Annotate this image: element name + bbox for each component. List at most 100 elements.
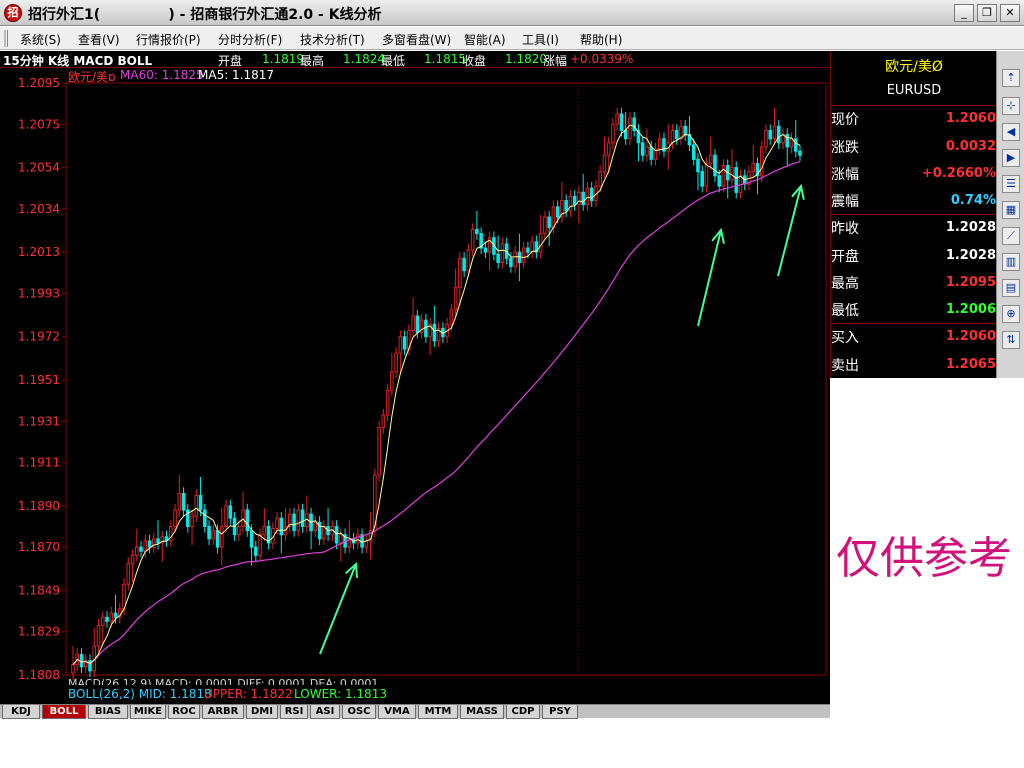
tab-bias[interactable]: BIAS [88,705,128,719]
quote-value-amplitude: 0.74% [950,193,996,208]
candle-body [424,319,428,338]
candle-body [577,191,581,206]
back-icon[interactable]: ◀ [1002,123,1020,141]
cross-icon[interactable]: ⊹ [1002,97,1020,115]
y-tick-label: 1.1951 [18,373,60,387]
candle-body [211,530,216,540]
candle-body [385,389,390,416]
candle-body [475,228,479,235]
candle-body [691,144,696,160]
minimize-button[interactable]: _ [954,4,974,22]
candle-body [543,216,547,235]
quote-panel: 欧元/美Ø EURUSD 现价 1.2060 涨跌 0.0032 涨幅 +0.2… [830,51,997,378]
menu-help[interactable]: 帮助(H) [580,31,622,48]
y-tick-label: 1.1829 [18,625,60,639]
candle-body [713,154,717,177]
tab-kdj[interactable]: KDJ [2,705,40,719]
quote-label-open: 开盘 [831,249,859,265]
candle-body [134,546,139,556]
y-tick-label: 1.1931 [18,414,60,428]
quote-value-low: 1.2006 [945,302,996,317]
tab-dmi[interactable]: DMI [246,705,278,719]
boll-lower-legend: LOWER: 1.1813 [294,687,387,701]
tab-psy[interactable]: PSY [542,705,578,719]
menu-tools[interactable]: 工具(I) [522,31,559,48]
candle-body [632,117,636,131]
tab-cdp[interactable]: CDP [506,705,540,719]
candle-body [585,187,590,206]
candle-body [173,509,177,527]
candle-body [300,509,305,527]
menu-view[interactable]: 查看(V) [78,31,120,48]
menu-quotes[interactable]: 行情报价(P) [136,31,201,48]
candle-body [292,513,296,532]
quote-value-ask: 1.2065 [945,357,996,372]
tab-vma[interactable]: VMA [378,705,416,719]
candle-body [704,162,709,187]
kline-chart[interactable]: 1.2095 1.2075 1.2054 1.2034 1.2013 1.1993 1.19… [0,68,830,680]
y-tick-label: 1.2054 [18,161,60,175]
quote-label-bid: 买入 [831,330,859,346]
chart-bar-icon[interactable]: ▥ [1002,253,1020,271]
menu-multiwindow[interactable]: 多窗看盘(W) [382,31,451,48]
candle-body [296,509,301,532]
forward-icon[interactable]: ▶ [1002,149,1020,167]
boll-upper-legend: UPPER: 1.1822 [204,687,293,701]
tab-roc[interactable]: ROC [168,705,200,719]
candle-body [220,525,224,548]
candle-body [789,138,794,148]
candle-body [339,534,343,544]
chart-line-icon[interactable]: ⟋ [1002,227,1020,245]
tab-osc[interactable]: OSC [342,705,376,719]
window-title: 招行外汇1( ) - 招商银行外汇通2.0 - K线分析 [28,7,382,23]
disclaimer-watermark: 仅供参考 [836,533,1012,584]
arrows-icon[interactable]: ⇅ [1002,331,1020,349]
tab-mass[interactable]: MASS [460,705,504,719]
candle-body [258,534,262,556]
candle-body [696,158,700,173]
tab-asi[interactable]: ASI [310,705,340,719]
candle-body [249,530,254,548]
scroll-up-icon[interactable]: ⇡ [1002,69,1020,87]
candle-body [708,154,713,164]
quote-label-low: 最低 [831,303,859,319]
menu-system[interactable]: 系统(S) [20,31,61,48]
restore-button[interactable]: ❐ [977,4,997,22]
candle-body [513,251,517,268]
candle-body [657,138,662,150]
menu-smart[interactable]: 智能(A) [464,31,506,48]
list-icon[interactable]: ☰ [1002,175,1020,193]
quote-label-change: 涨跌 [831,140,859,156]
tab-mtm[interactable]: MTM [418,705,458,719]
report-icon[interactable]: ▤ [1002,279,1020,297]
tab-mike[interactable]: MIKE [130,705,166,719]
candle-body [581,191,585,206]
candle-body [521,247,526,263]
candle-body [751,162,756,173]
quote-pair-name: 欧元/美Ø [885,59,943,75]
candle-body [462,257,466,272]
tab-arbr[interactable]: ARBR [202,705,244,719]
candle-body [798,150,802,156]
quote-label-ask: 卖出 [831,358,859,374]
tab-boll[interactable]: BOLL [42,705,86,719]
candle-body [670,129,675,144]
candle-body [79,653,84,668]
close-button[interactable]: ✕ [1000,4,1020,22]
candle-body [640,142,645,156]
zoom-icon[interactable]: ⊕ [1002,305,1020,323]
high-label: 最高 [300,54,325,68]
chart-period-label: 15分钟 K线 MACD BOLL [3,54,153,68]
table-icon[interactable]: ▦ [1002,201,1020,219]
y-tick-label: 1.2034 [18,202,60,216]
candle-body [156,538,160,544]
candle-body [313,521,318,532]
candle-body [547,216,551,228]
candle-body [564,200,568,212]
y-tick-label: 1.1808 [18,668,60,680]
arrow-shaft [777,185,802,277]
tab-rsi[interactable]: RSI [280,705,308,719]
menu-timeshare[interactable]: 分时分析(F) [218,31,282,48]
y-tick-label: 1.1890 [18,499,60,513]
menu-technical[interactable]: 技术分析(T) [300,31,365,48]
